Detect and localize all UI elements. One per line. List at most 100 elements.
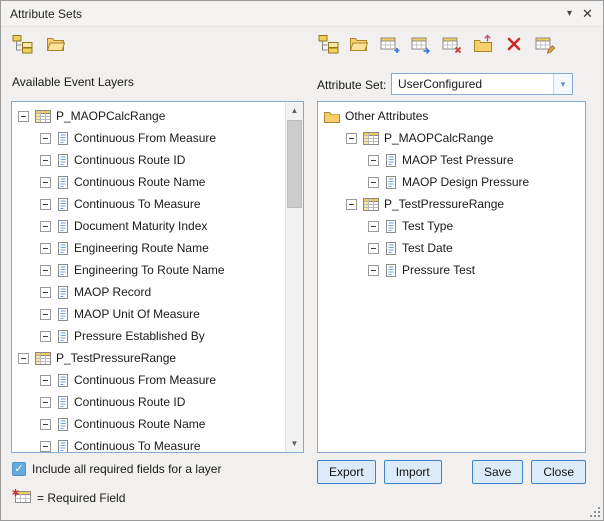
collapse-icon[interactable] xyxy=(40,441,51,452)
tree-row[interactable]: Test Type xyxy=(318,215,585,237)
collapse-icon[interactable] xyxy=(40,397,51,408)
collapse-icon[interactable] xyxy=(368,221,379,232)
tree-row[interactable]: Continuous Route Name xyxy=(12,171,303,193)
tree-item-label[interactable]: Continuous Route ID xyxy=(74,153,185,167)
collapse-icon[interactable] xyxy=(40,155,51,166)
tree-item-label[interactable]: MAOP Unit Of Measure xyxy=(74,307,200,321)
tree-row[interactable]: Test Date xyxy=(318,237,585,259)
open-folder-icon xyxy=(349,34,369,57)
layers-tree-button[interactable] xyxy=(11,34,33,56)
collapse-icon[interactable] xyxy=(40,199,51,210)
tree-item-label[interactable]: Continuous To Measure xyxy=(74,439,201,453)
collapse-icon[interactable] xyxy=(18,111,29,122)
collapse-icon[interactable] xyxy=(40,309,51,320)
tree-row[interactable]: Engineering Route Name xyxy=(12,237,303,259)
tree-row[interactable]: MAOP Test Pressure xyxy=(318,149,585,171)
collapse-icon[interactable] xyxy=(40,243,51,254)
tree-item-label[interactable]: Continuous To Measure xyxy=(74,197,201,211)
collapse-icon[interactable] xyxy=(40,287,51,298)
tree-row[interactable]: Pressure Test xyxy=(318,259,585,281)
tree-item-label[interactable]: Engineering Route Name xyxy=(74,241,209,255)
table-add-button[interactable] xyxy=(379,34,401,56)
layer-table-icon xyxy=(363,132,379,145)
collapse-icon[interactable] xyxy=(346,133,357,144)
tree-row[interactable]: P_MAOPCalcRange xyxy=(318,127,585,149)
tree-item-label[interactable]: MAOP Record xyxy=(74,285,151,299)
tree-item-label[interactable]: Other Attributes xyxy=(345,109,428,123)
tree-row[interactable]: Continuous To Measure xyxy=(12,193,303,215)
tree-row[interactable]: MAOP Record xyxy=(12,281,303,303)
chevron-down-icon[interactable]: ▾ xyxy=(553,74,572,94)
tree-item-label[interactable]: Test Date xyxy=(402,241,453,255)
tree-item-label[interactable]: Continuous Route ID xyxy=(74,395,185,409)
import-button[interactable]: Import xyxy=(384,460,442,484)
collapse-icon[interactable] xyxy=(40,265,51,276)
tree-item-label[interactable]: Continuous From Measure xyxy=(74,131,216,145)
save-button[interactable]: Save xyxy=(472,460,523,484)
tree-row[interactable]: Continuous Route ID xyxy=(12,149,303,171)
tree-item-label[interactable]: P_MAOPCalcRange xyxy=(384,131,493,145)
collapse-icon[interactable] xyxy=(40,133,51,144)
collapse-icon[interactable] xyxy=(40,375,51,386)
table-properties-button[interactable] xyxy=(534,34,556,56)
tree-row[interactable]: Continuous From Measure xyxy=(12,369,303,391)
close-icon[interactable]: ✕ xyxy=(579,6,596,22)
tree-item-label[interactable]: Continuous Route Name xyxy=(74,417,205,431)
tree-row[interactable]: Engineering To Route Name xyxy=(12,259,303,281)
tree-row[interactable]: Other Attributes xyxy=(318,105,585,127)
tree-row[interactable]: Pressure Established By xyxy=(12,325,303,347)
tree-row[interactable]: MAOP Design Pressure xyxy=(318,171,585,193)
tree-row[interactable]: Continuous Route ID xyxy=(12,391,303,413)
tree-row[interactable]: P_MAOPCalcRange xyxy=(12,105,303,127)
collapse-icon[interactable] xyxy=(18,353,29,364)
collapse-icon[interactable] xyxy=(40,177,51,188)
tree-row[interactable]: P_TestPressureRange xyxy=(12,347,303,369)
table-delete-icon xyxy=(442,34,462,57)
resize-grip[interactable] xyxy=(588,505,601,518)
tree-item-label[interactable]: Document Maturity Index xyxy=(74,219,207,233)
tree-item-label[interactable]: Pressure Established By xyxy=(74,329,205,343)
tree-item-label[interactable]: MAOP Test Pressure xyxy=(402,153,514,167)
tree-item-label[interactable]: P_TestPressureRange xyxy=(384,197,504,211)
tree-item-label[interactable]: Pressure Test xyxy=(402,263,475,277)
collapse-icon[interactable] xyxy=(368,177,379,188)
layers-tree-button[interactable] xyxy=(317,34,339,56)
tree-item-label[interactable]: Continuous Route Name xyxy=(74,175,205,189)
tree-item-label[interactable]: Continuous From Measure xyxy=(74,373,216,387)
red-x-button[interactable] xyxy=(503,34,525,56)
folder-arrow-button[interactable] xyxy=(472,34,494,56)
vertical-scrollbar[interactable]: ▲ ▼ xyxy=(285,102,303,452)
tree-row[interactable]: MAOP Unit Of Measure xyxy=(12,303,303,325)
include-required-checkbox[interactable]: ✓ xyxy=(12,462,26,476)
collapse-icon[interactable] xyxy=(368,265,379,276)
attribute-set-dropdown[interactable]: UserConfigured ▾ xyxy=(391,73,573,95)
close-button[interactable]: Close xyxy=(531,460,586,484)
scroll-up-icon[interactable]: ▲ xyxy=(286,102,303,119)
tree-item-label[interactable]: MAOP Design Pressure xyxy=(402,175,529,189)
collapse-icon[interactable] xyxy=(368,243,379,254)
tree-item-label[interactable]: Test Type xyxy=(402,219,453,233)
collapse-icon[interactable] xyxy=(346,199,357,210)
export-button[interactable]: Export xyxy=(317,460,376,484)
open-folder-button[interactable] xyxy=(45,34,67,56)
tree-row[interactable]: P_TestPressureRange xyxy=(318,193,585,215)
tree-item-label[interactable]: P_MAOPCalcRange xyxy=(56,109,165,123)
tree-row[interactable]: Continuous From Measure xyxy=(12,127,303,149)
table-delete-button[interactable] xyxy=(441,34,463,56)
scroll-down-icon[interactable]: ▼ xyxy=(286,435,303,452)
tree-row[interactable]: Continuous To Measure xyxy=(12,435,303,453)
tree-row[interactable]: Document Maturity Index xyxy=(12,215,303,237)
tree-item-label[interactable]: Engineering To Route Name xyxy=(74,263,225,277)
open-folder-button[interactable] xyxy=(348,34,370,56)
include-required-row[interactable]: ✓ Include all required fields for a laye… xyxy=(12,462,221,476)
collapse-icon[interactable] xyxy=(368,155,379,166)
toolbar-right xyxy=(317,34,556,56)
tree-row[interactable]: Continuous Route Name xyxy=(12,413,303,435)
scrollbar-thumb[interactable] xyxy=(287,120,302,208)
collapse-icon[interactable] xyxy=(40,331,51,342)
tree-item-label[interactable]: P_TestPressureRange xyxy=(56,351,176,365)
collapse-icon[interactable] xyxy=(40,221,51,232)
window-menu-icon[interactable]: ▾ xyxy=(561,8,578,19)
collapse-icon[interactable] xyxy=(40,419,51,430)
table-insert-button[interactable] xyxy=(410,34,432,56)
